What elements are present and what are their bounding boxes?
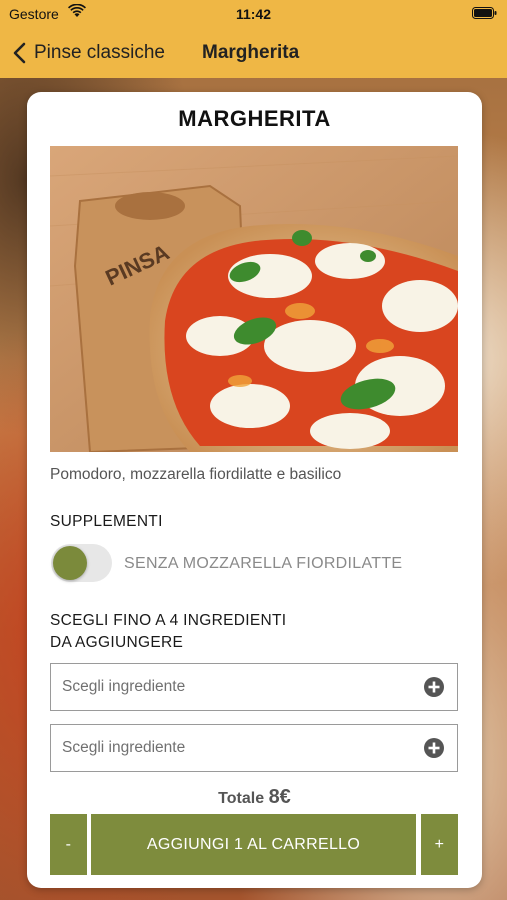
total-label: Totale [218, 790, 265, 807]
product-title: MARGHERITA [178, 106, 331, 131]
ingredient-select-placeholder: Scegli ingrediente [62, 678, 186, 695]
navigation-bar: Pinse classiche Margherita [0, 28, 507, 78]
back-button[interactable]: Pinse classiche [12, 39, 165, 67]
decrease-quantity-button[interactable]: - [50, 814, 87, 875]
product-image: PINSA [50, 146, 458, 452]
nav-title: Margherita [202, 42, 300, 63]
supplements-heading: SUPPLEMENTI [50, 513, 163, 530]
status-bar: Gestore 11:42 [0, 0, 507, 28]
product-card: MARGHERITA PINSA Pomodoro, mozzarella fi… [27, 92, 482, 888]
clock: 11:42 [235, 6, 272, 22]
supplement-toggle[interactable] [51, 544, 112, 582]
toggle-knob [53, 546, 87, 580]
chevron-left-icon [13, 42, 26, 64]
supplement-toggle-label: SENZA MOZZARELLA FIORDILATTE [124, 555, 403, 572]
ingredients-heading-line2: DA AGGIUNGERE [50, 634, 184, 651]
plus-circle-icon [424, 677, 444, 697]
increase-quantity-button[interactable]: + [421, 814, 458, 875]
product-description: Pomodoro, mozzarella fiordilatte e basil… [50, 466, 342, 483]
total-summary: Totale 8€ [27, 786, 482, 809]
battery-icon [472, 7, 497, 19]
ingredients-heading: SCEGLI FINO A 4 INGREDIENTI DA AGGIUNGER… [50, 610, 286, 654]
ingredient-select-2[interactable]: Scegli ingrediente [50, 724, 458, 772]
ingredients-heading-line1: SCEGLI FINO A 4 INGREDIENTI [50, 612, 287, 629]
ingredient-select-placeholder: Scegli ingrediente [62, 739, 186, 756]
ingredient-select-1[interactable]: Scegli ingrediente [50, 663, 458, 711]
total-price: 8€ [268, 786, 291, 808]
plus-circle-icon [424, 738, 444, 758]
add-to-cart-button[interactable]: AGGIUNGI 1 AL CARRELLO [91, 814, 416, 875]
back-button-label: Pinse classiche [34, 42, 165, 63]
